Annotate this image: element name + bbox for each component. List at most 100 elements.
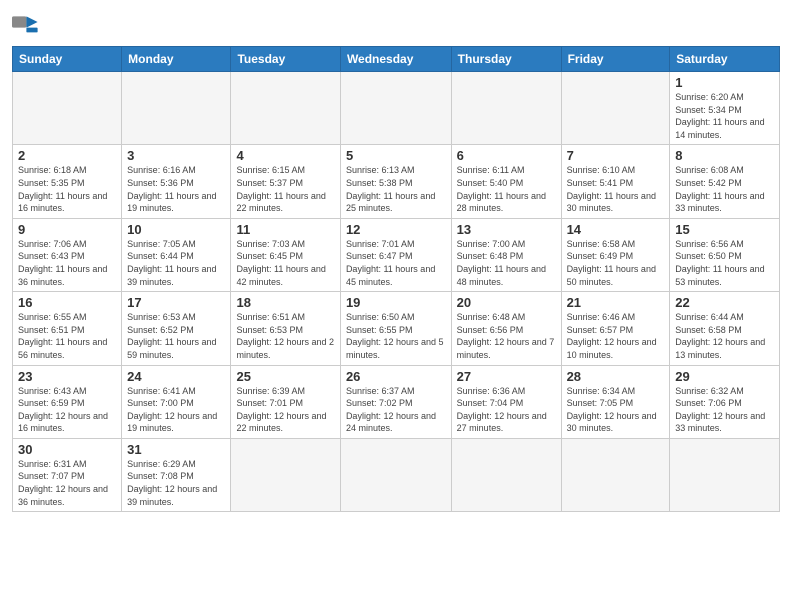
day-number: 10 xyxy=(127,222,225,237)
day-number: 2 xyxy=(18,148,116,163)
calendar-day-cell xyxy=(561,438,670,511)
calendar-header-wednesday: Wednesday xyxy=(340,47,451,72)
day-number: 21 xyxy=(567,295,665,310)
day-info: Sunrise: 6:16 AM Sunset: 5:36 PM Dayligh… xyxy=(127,164,225,214)
calendar-day-cell xyxy=(451,438,561,511)
day-number: 18 xyxy=(236,295,334,310)
calendar-week-row: 2Sunrise: 6:18 AM Sunset: 5:35 PM Daylig… xyxy=(13,145,780,218)
calendar-day-cell: 23Sunrise: 6:43 AM Sunset: 6:59 PM Dayli… xyxy=(13,365,122,438)
calendar-day-cell: 10Sunrise: 7:05 AM Sunset: 6:44 PM Dayli… xyxy=(122,218,231,291)
day-number: 6 xyxy=(457,148,556,163)
calendar-day-cell: 24Sunrise: 6:41 AM Sunset: 7:00 PM Dayli… xyxy=(122,365,231,438)
day-info: Sunrise: 6:29 AM Sunset: 7:08 PM Dayligh… xyxy=(127,458,225,508)
logo xyxy=(12,10,48,42)
day-info: Sunrise: 6:08 AM Sunset: 5:42 PM Dayligh… xyxy=(675,164,774,214)
calendar-header-row: SundayMondayTuesdayWednesdayThursdayFrid… xyxy=(13,47,780,72)
calendar-day-cell: 8Sunrise: 6:08 AM Sunset: 5:42 PM Daylig… xyxy=(670,145,780,218)
calendar-day-cell xyxy=(122,72,231,145)
calendar-day-cell: 13Sunrise: 7:00 AM Sunset: 6:48 PM Dayli… xyxy=(451,218,561,291)
calendar-day-cell: 28Sunrise: 6:34 AM Sunset: 7:05 PM Dayli… xyxy=(561,365,670,438)
day-number: 5 xyxy=(346,148,446,163)
calendar-day-cell xyxy=(670,438,780,511)
calendar-day-cell: 30Sunrise: 6:31 AM Sunset: 7:07 PM Dayli… xyxy=(13,438,122,511)
calendar-day-cell: 7Sunrise: 6:10 AM Sunset: 5:41 PM Daylig… xyxy=(561,145,670,218)
calendar-day-cell xyxy=(340,438,451,511)
day-info: Sunrise: 6:43 AM Sunset: 6:59 PM Dayligh… xyxy=(18,385,116,435)
day-number: 30 xyxy=(18,442,116,457)
calendar-week-row: 1Sunrise: 6:20 AM Sunset: 5:34 PM Daylig… xyxy=(13,72,780,145)
calendar-day-cell: 5Sunrise: 6:13 AM Sunset: 5:38 PM Daylig… xyxy=(340,145,451,218)
day-number: 12 xyxy=(346,222,446,237)
calendar-day-cell: 25Sunrise: 6:39 AM Sunset: 7:01 PM Dayli… xyxy=(231,365,340,438)
day-number: 14 xyxy=(567,222,665,237)
calendar-header-saturday: Saturday xyxy=(670,47,780,72)
calendar-day-cell: 22Sunrise: 6:44 AM Sunset: 6:58 PM Dayli… xyxy=(670,292,780,365)
page: SundayMondayTuesdayWednesdayThursdayFrid… xyxy=(0,0,792,522)
day-info: Sunrise: 7:03 AM Sunset: 6:45 PM Dayligh… xyxy=(236,238,334,288)
calendar-day-cell: 12Sunrise: 7:01 AM Sunset: 6:47 PM Dayli… xyxy=(340,218,451,291)
day-info: Sunrise: 6:34 AM Sunset: 7:05 PM Dayligh… xyxy=(567,385,665,435)
calendar-header-friday: Friday xyxy=(561,47,670,72)
day-number: 1 xyxy=(675,75,774,90)
day-number: 24 xyxy=(127,369,225,384)
day-info: Sunrise: 6:18 AM Sunset: 5:35 PM Dayligh… xyxy=(18,164,116,214)
day-info: Sunrise: 6:37 AM Sunset: 7:02 PM Dayligh… xyxy=(346,385,446,435)
calendar-table: SundayMondayTuesdayWednesdayThursdayFrid… xyxy=(12,46,780,512)
day-number: 16 xyxy=(18,295,116,310)
calendar-header-thursday: Thursday xyxy=(451,47,561,72)
day-number: 20 xyxy=(457,295,556,310)
day-info: Sunrise: 7:00 AM Sunset: 6:48 PM Dayligh… xyxy=(457,238,556,288)
day-number: 26 xyxy=(346,369,446,384)
day-number: 19 xyxy=(346,295,446,310)
day-info: Sunrise: 6:51 AM Sunset: 6:53 PM Dayligh… xyxy=(236,311,334,361)
calendar-header-tuesday: Tuesday xyxy=(231,47,340,72)
day-number: 25 xyxy=(236,369,334,384)
calendar-day-cell: 3Sunrise: 6:16 AM Sunset: 5:36 PM Daylig… xyxy=(122,145,231,218)
day-info: Sunrise: 6:39 AM Sunset: 7:01 PM Dayligh… xyxy=(236,385,334,435)
calendar-day-cell xyxy=(231,438,340,511)
calendar-day-cell: 19Sunrise: 6:50 AM Sunset: 6:55 PM Dayli… xyxy=(340,292,451,365)
day-number: 17 xyxy=(127,295,225,310)
calendar-day-cell: 11Sunrise: 7:03 AM Sunset: 6:45 PM Dayli… xyxy=(231,218,340,291)
day-info: Sunrise: 6:20 AM Sunset: 5:34 PM Dayligh… xyxy=(675,91,774,141)
day-info: Sunrise: 6:31 AM Sunset: 7:07 PM Dayligh… xyxy=(18,458,116,508)
day-number: 4 xyxy=(236,148,334,163)
day-number: 29 xyxy=(675,369,774,384)
day-info: Sunrise: 7:05 AM Sunset: 6:44 PM Dayligh… xyxy=(127,238,225,288)
calendar-day-cell: 15Sunrise: 6:56 AM Sunset: 6:50 PM Dayli… xyxy=(670,218,780,291)
day-info: Sunrise: 6:11 AM Sunset: 5:40 PM Dayligh… xyxy=(457,164,556,214)
calendar-day-cell xyxy=(561,72,670,145)
calendar-day-cell: 14Sunrise: 6:58 AM Sunset: 6:49 PM Dayli… xyxy=(561,218,670,291)
calendar-day-cell: 16Sunrise: 6:55 AM Sunset: 6:51 PM Dayli… xyxy=(13,292,122,365)
day-number: 7 xyxy=(567,148,665,163)
day-info: Sunrise: 6:32 AM Sunset: 7:06 PM Dayligh… xyxy=(675,385,774,435)
day-info: Sunrise: 6:41 AM Sunset: 7:00 PM Dayligh… xyxy=(127,385,225,435)
calendar-day-cell: 17Sunrise: 6:53 AM Sunset: 6:52 PM Dayli… xyxy=(122,292,231,365)
day-number: 15 xyxy=(675,222,774,237)
calendar-week-row: 30Sunrise: 6:31 AM Sunset: 7:07 PM Dayli… xyxy=(13,438,780,511)
calendar-day-cell: 20Sunrise: 6:48 AM Sunset: 6:56 PM Dayli… xyxy=(451,292,561,365)
day-info: Sunrise: 6:53 AM Sunset: 6:52 PM Dayligh… xyxy=(127,311,225,361)
header xyxy=(12,10,780,42)
day-info: Sunrise: 6:48 AM Sunset: 6:56 PM Dayligh… xyxy=(457,311,556,361)
day-info: Sunrise: 6:55 AM Sunset: 6:51 PM Dayligh… xyxy=(18,311,116,361)
calendar-day-cell xyxy=(13,72,122,145)
calendar-header-sunday: Sunday xyxy=(13,47,122,72)
day-number: 3 xyxy=(127,148,225,163)
day-info: Sunrise: 6:50 AM Sunset: 6:55 PM Dayligh… xyxy=(346,311,446,361)
day-info: Sunrise: 7:01 AM Sunset: 6:47 PM Dayligh… xyxy=(346,238,446,288)
calendar-day-cell: 29Sunrise: 6:32 AM Sunset: 7:06 PM Dayli… xyxy=(670,365,780,438)
calendar-day-cell: 21Sunrise: 6:46 AM Sunset: 6:57 PM Dayli… xyxy=(561,292,670,365)
day-number: 22 xyxy=(675,295,774,310)
generalblue-logo-icon xyxy=(12,10,44,42)
calendar-day-cell: 26Sunrise: 6:37 AM Sunset: 7:02 PM Dayli… xyxy=(340,365,451,438)
calendar-week-row: 16Sunrise: 6:55 AM Sunset: 6:51 PM Dayli… xyxy=(13,292,780,365)
calendar-day-cell xyxy=(231,72,340,145)
calendar-day-cell: 1Sunrise: 6:20 AM Sunset: 5:34 PM Daylig… xyxy=(670,72,780,145)
calendar-day-cell: 2Sunrise: 6:18 AM Sunset: 5:35 PM Daylig… xyxy=(13,145,122,218)
day-info: Sunrise: 6:15 AM Sunset: 5:37 PM Dayligh… xyxy=(236,164,334,214)
day-info: Sunrise: 6:58 AM Sunset: 6:49 PM Dayligh… xyxy=(567,238,665,288)
calendar-day-cell xyxy=(340,72,451,145)
calendar-header-monday: Monday xyxy=(122,47,231,72)
calendar-day-cell: 27Sunrise: 6:36 AM Sunset: 7:04 PM Dayli… xyxy=(451,365,561,438)
